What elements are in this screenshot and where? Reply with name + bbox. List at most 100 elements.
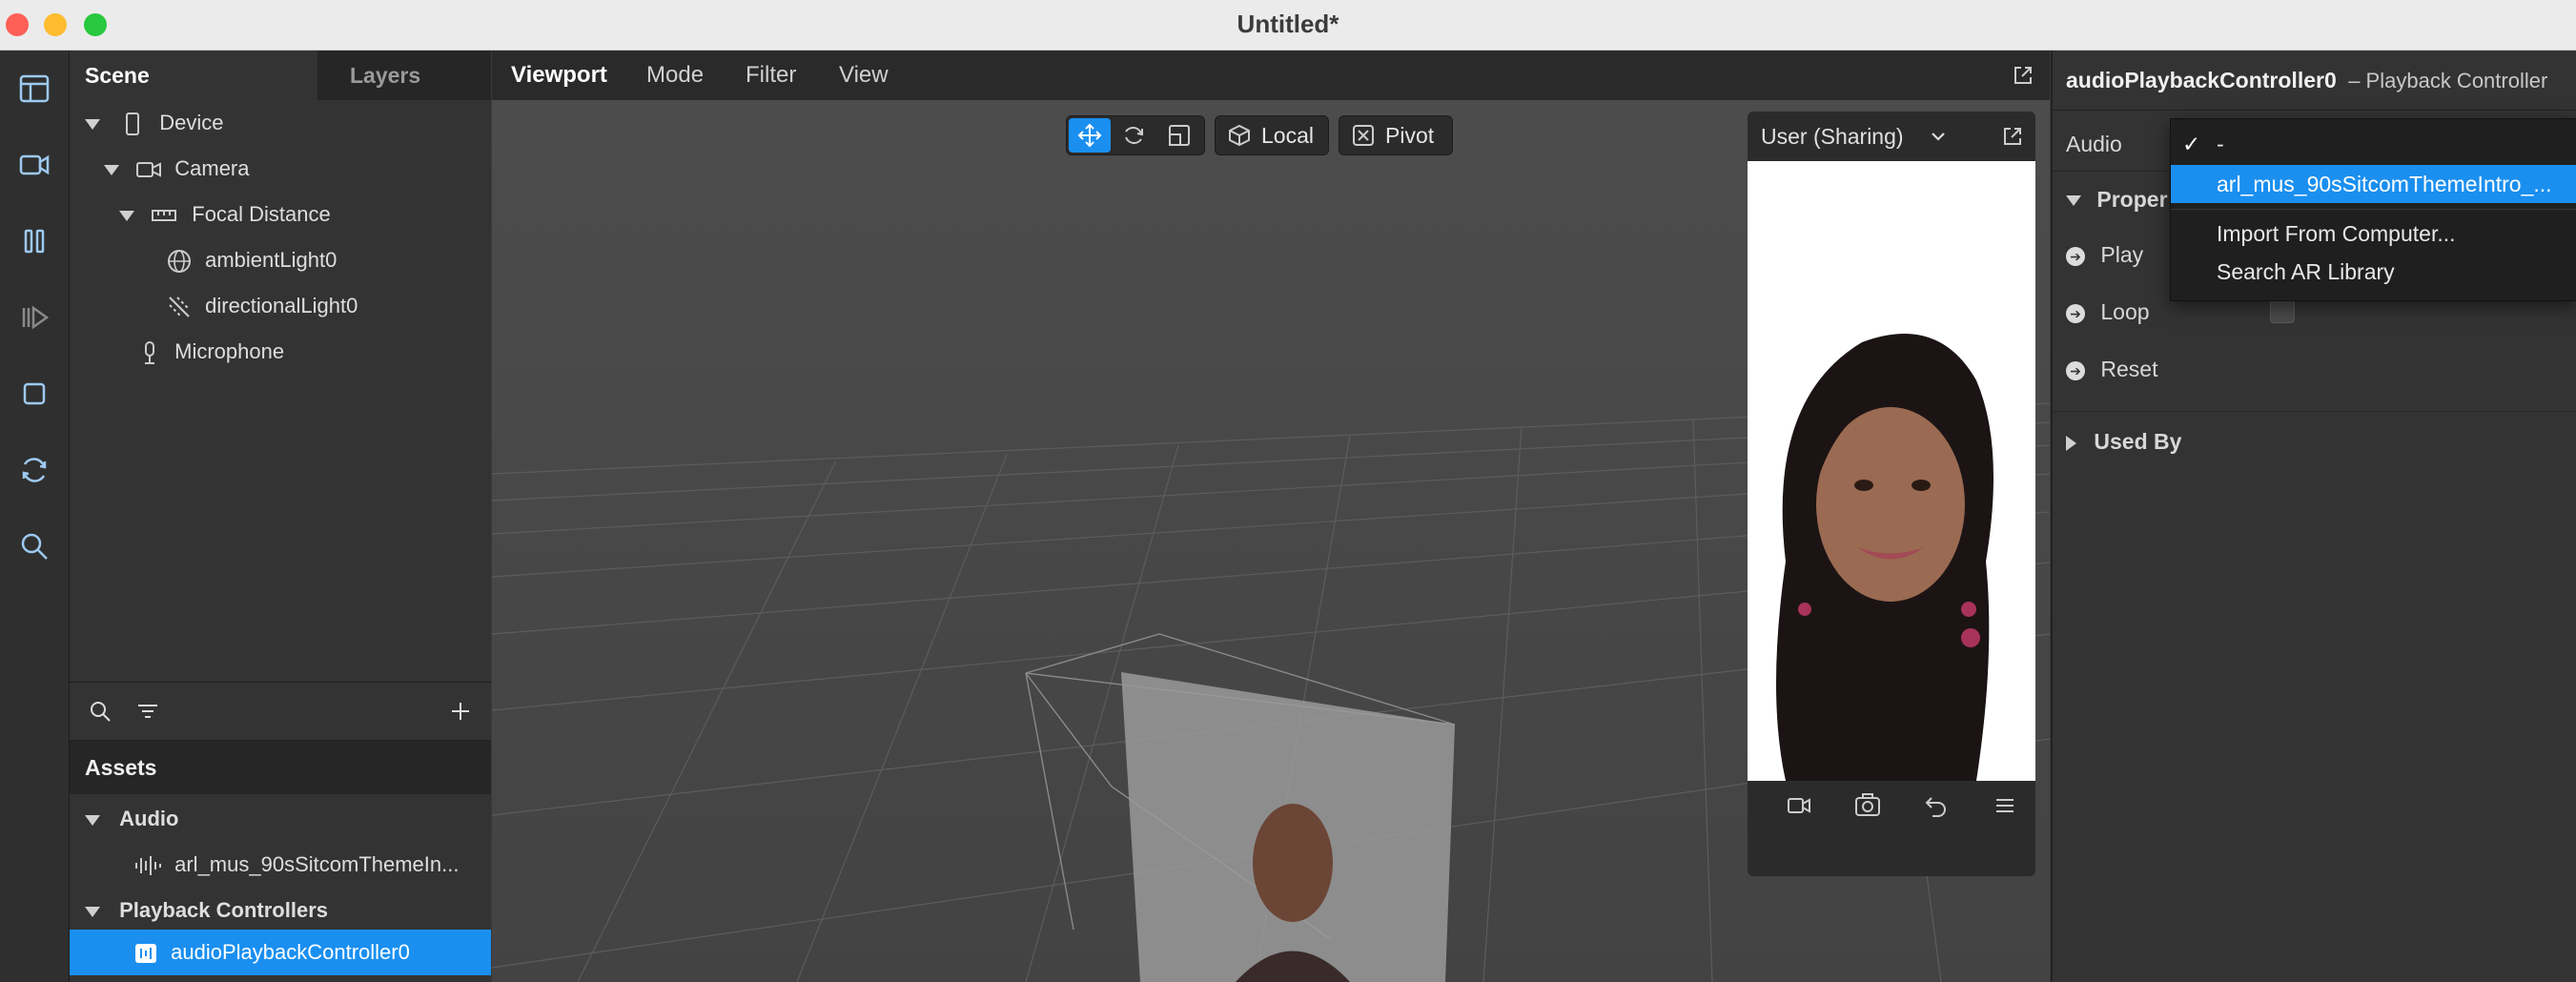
- search-icon[interactable]: [87, 698, 113, 725]
- pivot-icon: [1353, 125, 1374, 146]
- dropdown-item-audio-file[interactable]: arl_mus_90sSitcomThemeIntro_...: [2171, 165, 2576, 203]
- play-label: Play: [2100, 242, 2144, 267]
- assets-section-audio[interactable]: Audio: [85, 796, 178, 842]
- properties-label: Proper: [2096, 187, 2168, 212]
- play-row[interactable]: ➔ Play: [2066, 234, 2143, 276]
- dropdown-item-search-library[interactable]: Search AR Library: [2171, 253, 2576, 291]
- step-play-icon[interactable]: [8, 291, 61, 344]
- menu-view[interactable]: View: [839, 51, 889, 100]
- object-type: – Playback Controller: [2348, 69, 2548, 92]
- loop-row: ➔ Loop: [2066, 291, 2150, 333]
- scene-bottom-bar: [70, 682, 491, 741]
- object-name: audioPlaybackController0: [2066, 68, 2337, 92]
- playback-controller-icon: [135, 944, 156, 964]
- chevron-down-icon[interactable]: [85, 814, 100, 826]
- search-icon[interactable]: [8, 520, 61, 573]
- ruler-icon: [152, 210, 177, 222]
- chevron-down-icon[interactable]: [2066, 195, 2081, 207]
- checkmark-icon: ✓: [2182, 132, 2201, 156]
- preview-device-select[interactable]: User (Sharing): [1761, 112, 1904, 161]
- microphone-icon: [145, 341, 154, 365]
- window-title: Untitled*: [1237, 10, 1339, 38]
- connect-arrow-icon[interactable]: ➔: [2066, 360, 2085, 380]
- preview-footer: [1748, 782, 2035, 829]
- move-tool-button[interactable]: [1069, 118, 1111, 153]
- dropdown-item-import[interactable]: Import From Computer...: [2171, 215, 2576, 253]
- used-by-section[interactable]: Used By: [2066, 420, 2181, 462]
- tree-item-label: Device: [159, 111, 224, 134]
- viewport[interactable]: Viewport Mode Filter View Local Pivot Us…: [492, 51, 2050, 982]
- tree-item-focal-distance[interactable]: Focal Distance: [119, 192, 331, 237]
- local-space-button[interactable]: Local: [1215, 115, 1329, 155]
- tab-scene[interactable]: Scene: [70, 51, 317, 100]
- camera-preview: User (Sharing): [1748, 112, 2035, 876]
- assets-header: Assets: [70, 741, 491, 794]
- camera-capture-icon[interactable]: [1852, 791, 1883, 820]
- divider: [2053, 411, 2576, 412]
- layout-icon[interactable]: [8, 62, 61, 115]
- section-label: Audio: [119, 807, 179, 830]
- section-label: Playback Controllers: [119, 898, 328, 922]
- properties-section[interactable]: Proper: [2066, 178, 2168, 220]
- video-camera-icon[interactable]: [1786, 793, 1812, 818]
- tree-item-label: Camera: [174, 156, 250, 180]
- pause-icon[interactable]: [8, 215, 61, 268]
- tree-item-ambient-light[interactable]: ambientLight0: [165, 237, 337, 283]
- directional-light-icon: [169, 297, 190, 317]
- pivot-button[interactable]: Pivot: [1339, 115, 1453, 155]
- globe-icon: [168, 250, 191, 274]
- menu-viewport[interactable]: Viewport: [511, 51, 607, 100]
- move-icon: [1077, 123, 1102, 148]
- loop-checkbox[interactable]: [2270, 298, 2295, 323]
- rotate-icon[interactable]: [1120, 122, 1147, 149]
- stop-icon[interactable]: [8, 367, 61, 420]
- menu-filter[interactable]: Filter: [746, 51, 796, 100]
- assets-section-playback-controllers[interactable]: Playback Controllers: [85, 888, 328, 933]
- filter-icon[interactable]: [134, 698, 161, 725]
- scene-tabs: Scene Layers: [70, 51, 491, 100]
- loop-label: Loop: [2100, 299, 2150, 324]
- divider: [2053, 110, 2576, 111]
- tree-item-microphone[interactable]: Microphone: [136, 329, 284, 375]
- scale-icon[interactable]: [1166, 122, 1193, 149]
- dropdown-item-label: arl_mus_90sSitcomThemeIntro_...: [2217, 172, 2552, 196]
- external-window-icon[interactable]: [2012, 64, 2034, 87]
- asset-item-playback-controller[interactable]: audioPlaybackController0: [70, 930, 491, 975]
- chevron-down-icon[interactable]: [104, 164, 119, 175]
- chevron-right-icon[interactable]: [2066, 435, 2076, 451]
- chevron-down-icon[interactable]: [85, 906, 100, 917]
- asset-item-label: audioPlaybackController0: [171, 940, 410, 964]
- used-by-label: Used By: [2094, 429, 2182, 454]
- dropdown-item-label: Import From Computer...: [2217, 221, 2456, 246]
- connect-arrow-icon[interactable]: ➔: [2066, 246, 2085, 266]
- menu-icon[interactable]: [1993, 795, 2016, 816]
- dropdown-item-none[interactable]: ✓ -: [2171, 125, 2576, 163]
- chevron-down-icon[interactable]: [1929, 129, 1948, 144]
- reset-row[interactable]: ➔ Reset: [2066, 348, 2157, 390]
- tree-item-device[interactable]: Device: [85, 100, 224, 146]
- asset-item-audio[interactable]: arl_mus_90sSitcomThemeIn...: [133, 842, 459, 888]
- external-window-icon[interactable]: [2001, 125, 2024, 148]
- video-camera-icon[interactable]: [8, 138, 61, 192]
- title-bar: Untitled*: [0, 0, 2576, 51]
- tree-item-label: Microphone: [174, 339, 285, 363]
- tree-item-directional-light[interactable]: directionalLight0: [165, 283, 358, 329]
- cube-icon: [1229, 124, 1250, 147]
- tree-item-camera[interactable]: Camera: [104, 146, 250, 192]
- dropdown-item-label: Search AR Library: [2217, 259, 2395, 284]
- left-toolbar: [0, 51, 70, 982]
- tree-item-label: directionalLight0: [205, 294, 358, 317]
- menu-mode[interactable]: Mode: [646, 51, 704, 100]
- reset-icon[interactable]: [1923, 793, 1950, 818]
- connect-arrow-icon[interactable]: ➔: [2066, 303, 2085, 323]
- tab-layers[interactable]: Layers: [335, 51, 436, 100]
- add-icon[interactable]: [447, 698, 474, 725]
- dropdown-divider: [2171, 209, 2576, 210]
- preview-camera-feed: [1748, 161, 2035, 781]
- refresh-icon[interactable]: [8, 443, 61, 497]
- tree-item-label: ambientLight0: [205, 248, 337, 272]
- asset-item-label: arl_mus_90sSitcomThemeIn...: [174, 852, 460, 876]
- chevron-down-icon[interactable]: [85, 118, 100, 130]
- inspector-header: audioPlaybackController0 – Playback Cont…: [2066, 51, 2547, 110]
- chevron-down-icon[interactable]: [119, 210, 134, 221]
